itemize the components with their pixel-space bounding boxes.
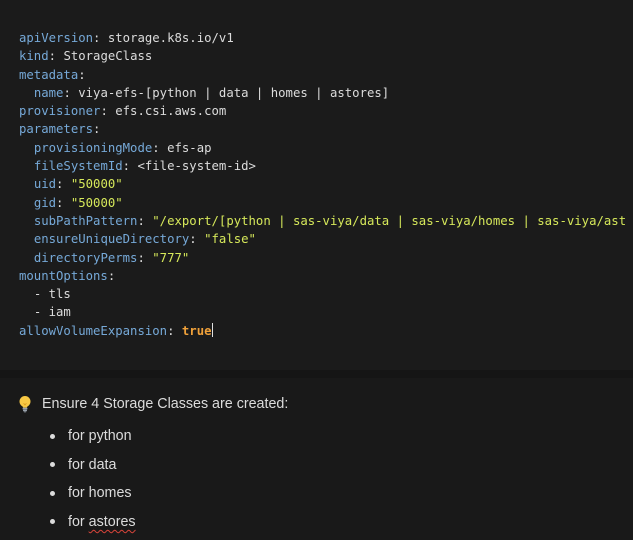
- yaml-key: apiVersion: [19, 31, 94, 45]
- list-item: for python: [48, 422, 136, 451]
- yaml-string-value: "50000": [70, 177, 123, 192]
- yaml-value: - iam: [33, 305, 71, 320]
- yaml-key: ensureUniqueDirectory: [33, 232, 190, 247]
- code-line: name: viya-efs-[python | data | homes | …: [33, 85, 390, 100]
- yaml-value: - tls: [33, 287, 71, 302]
- code-line: fileSystemId: <file-system-id>: [33, 159, 256, 174]
- yaml-key: mountOptions: [19, 268, 108, 283]
- lightbulb-icon: [17, 395, 33, 413]
- callout-title: Ensure 4 Storage Classes are created:: [42, 396, 289, 412]
- callout: Ensure 4 Storage Classes are created: fo…: [0, 378, 633, 540]
- bullet-dot: [50, 490, 55, 496]
- code-line: metadata:: [19, 67, 86, 82]
- yaml-key: allowVolumeExpansion: [19, 323, 168, 338]
- list-item-label: for python: [68, 428, 132, 445]
- yaml-key: gid: [33, 195, 57, 210]
- list-item: for data: [48, 451, 136, 480]
- list-item: for homes: [48, 479, 136, 508]
- yaml-string-value: "777": [152, 250, 190, 265]
- divider: [0, 370, 633, 378]
- yaml-value: StorageClass: [63, 49, 153, 64]
- code-line: kind: StorageClass: [19, 49, 153, 64]
- code-block[interactable]: apiVersion: storage.k8s.io/v1 kind: Stora…: [0, 0, 633, 370]
- yaml-value: efs-ap: [167, 140, 212, 155]
- yaml-key: fileSystemId: [33, 159, 123, 174]
- spellcheck-word[interactable]: astores: [89, 514, 136, 530]
- code-line: parameters:: [19, 122, 101, 137]
- yaml-value: storage.k8s.io/v1: [107, 31, 234, 45]
- yaml-string-value: "50000": [70, 195, 123, 210]
- bullet-dot: [50, 519, 55, 525]
- code-line: - tls: [19, 285, 626, 303]
- list-item-label: for astores: [68, 513, 136, 530]
- yaml-value: <file-system-id>: [137, 159, 256, 174]
- yaml-key: parameters: [19, 122, 94, 137]
- yaml-value: viya-efs-[python | data | homes | astore…: [78, 85, 390, 100]
- storage-class-list: for python for data for homes for astores: [48, 422, 136, 536]
- yaml-key: provisioningMode: [33, 140, 153, 155]
- yaml-boolean-value: true: [181, 323, 212, 338]
- code-line: allowVolumeExpansion: true: [19, 322, 213, 338]
- list-item: for astores: [48, 508, 136, 537]
- yaml-key: provisioner: [19, 104, 101, 119]
- code-line: - iam: [19, 303, 626, 321]
- bullet-dot: [50, 462, 55, 468]
- yaml-string-value: "/export/[python | sas-viya/data | sas-v…: [152, 213, 627, 228]
- yaml-key: uid: [33, 177, 57, 192]
- code-line: subPathPattern: "/export/[python | sas-v…: [33, 213, 627, 228]
- yaml-key: metadata: [19, 67, 79, 82]
- yaml-string-value: "false": [204, 232, 256, 247]
- code-line: provisioningMode: efs-ap: [33, 140, 212, 155]
- yaml-key: kind: [19, 49, 49, 64]
- yaml-key: directoryPerms: [33, 250, 138, 265]
- text-cursor: [211, 322, 213, 337]
- code-line: directoryPerms: "777": [33, 250, 190, 265]
- list-item-label: for data: [68, 456, 117, 473]
- code-line: uid: "50000": [33, 177, 123, 192]
- code-line: gid: "50000": [33, 195, 123, 210]
- yaml-value: efs.csi.aws.com: [115, 104, 227, 119]
- yaml-code[interactable]: apiVersion: storage.k8s.io/v1 kind: Stora…: [19, 29, 626, 340]
- code-line: provisioner: efs.csi.aws.com: [19, 104, 227, 119]
- code-line: apiVersion: storage.k8s.io/v1: [19, 31, 234, 45]
- code-line: mountOptions:: [19, 268, 116, 283]
- list-item-label: for homes: [68, 485, 132, 502]
- bullet-dot: [50, 433, 55, 439]
- callout-header: Ensure 4 Storage Classes are created:: [17, 394, 288, 414]
- code-line: ensureUniqueDirectory: "false": [33, 232, 256, 247]
- yaml-key: subPathPattern: [33, 213, 138, 228]
- yaml-key: name: [33, 85, 64, 100]
